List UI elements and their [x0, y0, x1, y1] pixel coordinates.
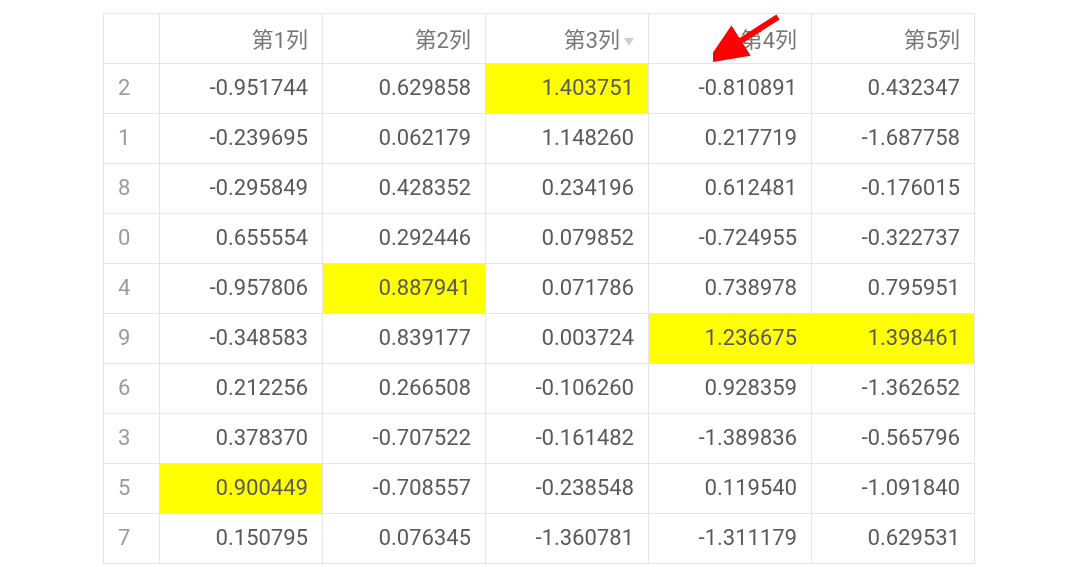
cell: -0.708557 — [323, 464, 486, 514]
cell: -0.239695 — [160, 114, 323, 164]
table-row: 2-0.9517440.6298581.403751-0.8108910.432… — [104, 64, 975, 114]
cell: 0.003724 — [486, 314, 649, 364]
cell: -0.957806 — [160, 264, 323, 314]
cell: -0.176015 — [812, 164, 975, 214]
cell: -1.362652 — [812, 364, 975, 414]
table-body: 2-0.9517440.6298581.403751-0.8108910.432… — [104, 64, 975, 564]
cell: 0.062179 — [323, 114, 486, 164]
cell: 1.403751 — [486, 64, 649, 114]
table-row: 70.1507950.076345-1.360781-1.3111790.629… — [104, 514, 975, 564]
cell: -0.295849 — [160, 164, 323, 214]
cell: 0.217719 — [649, 114, 812, 164]
col-header-5[interactable]: 第5列 — [812, 14, 975, 64]
data-table-container: 第1列 第2列 第3列 第4列 第5列 2-0.9517440.6298581.… — [103, 13, 973, 564]
col-header-1-label: 第1列 — [252, 29, 308, 54]
cell: 1.236675 — [649, 314, 812, 364]
cell: -1.311179 — [649, 514, 812, 564]
cell: -0.565796 — [812, 414, 975, 464]
col-header-2-label: 第2列 — [415, 29, 471, 54]
cell: -0.238548 — [486, 464, 649, 514]
row-index: 5 — [104, 464, 160, 514]
cell: 0.266508 — [323, 364, 486, 414]
table-row: 9-0.3485830.8391770.0037241.2366751.3984… — [104, 314, 975, 364]
cell: 0.076345 — [323, 514, 486, 564]
cell: -0.951744 — [160, 64, 323, 114]
row-index: 7 — [104, 514, 160, 564]
cell: 0.795951 — [812, 264, 975, 314]
cell: 0.071786 — [486, 264, 649, 314]
row-index: 4 — [104, 264, 160, 314]
row-index: 8 — [104, 164, 160, 214]
row-index: 3 — [104, 414, 160, 464]
index-header — [104, 14, 160, 64]
row-index: 9 — [104, 314, 160, 364]
cell: -0.724955 — [649, 214, 812, 264]
cell: -1.091840 — [812, 464, 975, 514]
cell: -1.389836 — [649, 414, 812, 464]
cell: 1.148260 — [486, 114, 649, 164]
cell: -1.687758 — [812, 114, 975, 164]
table-row: 50.900449-0.708557-0.2385480.119540-1.09… — [104, 464, 975, 514]
cell: 0.432347 — [812, 64, 975, 114]
row-index: 0 — [104, 214, 160, 264]
cell: 0.629531 — [812, 514, 975, 564]
table-row: 8-0.2958490.4283520.2341960.612481-0.176… — [104, 164, 975, 214]
cell: 0.079852 — [486, 214, 649, 264]
col-header-2[interactable]: 第2列 — [323, 14, 486, 64]
cell: 0.292446 — [323, 214, 486, 264]
cell: 0.629858 — [323, 64, 486, 114]
cell: 0.234196 — [486, 164, 649, 214]
cell: -0.810891 — [649, 64, 812, 114]
table-row: 30.378370-0.707522-0.161482-1.389836-0.5… — [104, 414, 975, 464]
cell: -0.348583 — [160, 314, 323, 364]
cell: 0.928359 — [649, 364, 812, 414]
cell: 0.119540 — [649, 464, 812, 514]
cell: -1.360781 — [486, 514, 649, 564]
col-header-4-label: 第4列 — [741, 29, 797, 54]
table-row: 1-0.2396950.0621791.1482600.217719-1.687… — [104, 114, 975, 164]
cell: 0.150795 — [160, 514, 323, 564]
col-header-4[interactable]: 第4列 — [649, 14, 812, 64]
cell: 0.887941 — [323, 264, 486, 314]
cell: 0.612481 — [649, 164, 812, 214]
cell: 0.900449 — [160, 464, 323, 514]
cell: 0.212256 — [160, 364, 323, 414]
data-table: 第1列 第2列 第3列 第4列 第5列 2-0.9517440.6298581.… — [103, 13, 975, 564]
col-header-1[interactable]: 第1列 — [160, 14, 323, 64]
table-row: 00.6555540.2924460.079852-0.724955-0.322… — [104, 214, 975, 264]
cell: -0.707522 — [323, 414, 486, 464]
cell: 0.738978 — [649, 264, 812, 314]
col-header-5-label: 第5列 — [904, 29, 960, 54]
cell: -0.106260 — [486, 364, 649, 414]
cell: 0.378370 — [160, 414, 323, 464]
table-header-row: 第1列 第2列 第3列 第4列 第5列 — [104, 14, 975, 64]
col-header-3[interactable]: 第3列 — [486, 14, 649, 64]
table-row: 60.2122560.266508-0.1062600.928359-1.362… — [104, 364, 975, 414]
cell: 0.655554 — [160, 214, 323, 264]
cell: -0.322737 — [812, 214, 975, 264]
row-index: 6 — [104, 364, 160, 414]
cell: 0.428352 — [323, 164, 486, 214]
row-index: 1 — [104, 114, 160, 164]
cell: 0.839177 — [323, 314, 486, 364]
sort-desc-icon — [624, 38, 634, 46]
cell: -0.161482 — [486, 414, 649, 464]
col-header-3-label: 第3列 — [564, 29, 620, 54]
table-row: 4-0.9578060.8879410.0717860.7389780.7959… — [104, 264, 975, 314]
cell: 1.398461 — [812, 314, 975, 364]
row-index: 2 — [104, 64, 160, 114]
